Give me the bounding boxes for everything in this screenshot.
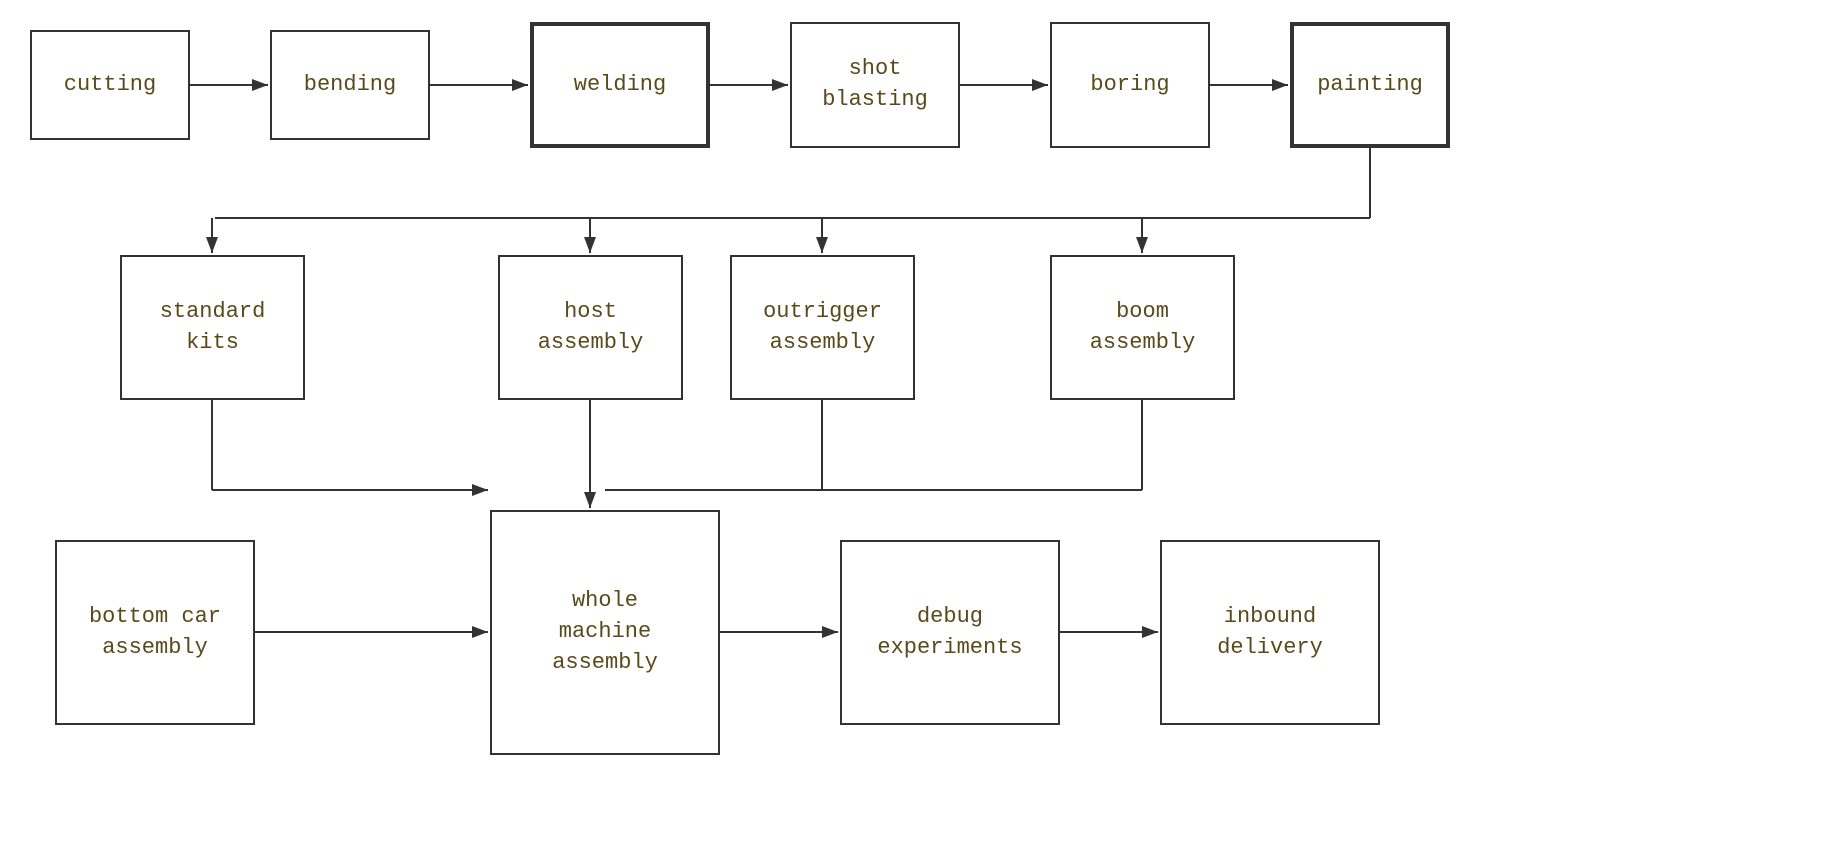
painting-box: painting [1290, 22, 1450, 148]
cutting-box: cutting [30, 30, 190, 140]
inbound_delivery-box: inbounddelivery [1160, 540, 1380, 725]
welding-box: welding [530, 22, 710, 148]
bending-box: bending [270, 30, 430, 140]
boom_assembly-box: boomassembly [1050, 255, 1235, 400]
outrigger_assembly-box: outriggerassembly [730, 255, 915, 400]
standard_kits-box: standardkits [120, 255, 305, 400]
shot_blasting-box: shotblasting [790, 22, 960, 148]
boring-box: boring [1050, 22, 1210, 148]
debug_experiments-box: debugexperiments [840, 540, 1060, 725]
whole_machine_assembly-box: wholemachineassembly [490, 510, 720, 755]
bottom_car_assembly-box: bottom carassembly [55, 540, 255, 725]
flowchart-diagram: cutting bending welding shotblasting boringp… [0, 0, 1829, 853]
host_assembly-box: hostassembly [498, 255, 683, 400]
